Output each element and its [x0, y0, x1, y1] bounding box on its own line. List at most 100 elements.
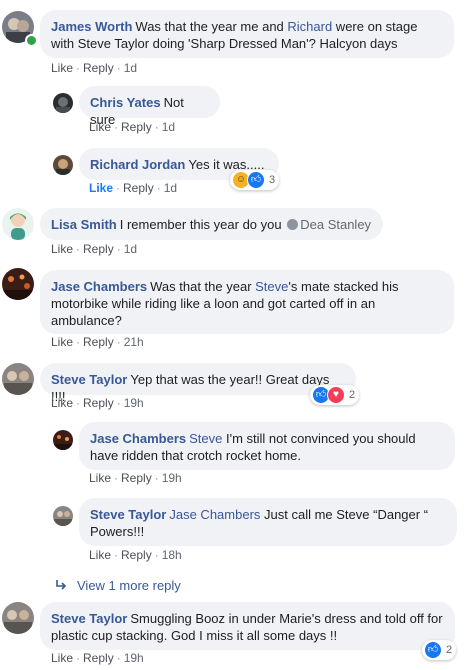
- separator: ·: [114, 548, 119, 562]
- reply-button[interactable]: Reply: [121, 471, 152, 485]
- mention-link[interactable]: Jase Chambers: [169, 507, 260, 522]
- separator: ·: [154, 120, 159, 134]
- avatar[interactable]: [53, 430, 73, 450]
- avatar[interactable]: [53, 506, 73, 526]
- comment-time[interactable]: 1d: [124, 61, 137, 75]
- reaction-summary[interactable]: ☺ 👍︎ 3: [230, 170, 280, 190]
- reaction-summary[interactable]: 👍︎ ♥ 2: [310, 385, 360, 405]
- love-icon: ♥: [327, 386, 345, 404]
- comment-author[interactable]: Steve Taylor: [90, 507, 166, 522]
- separator: ·: [76, 651, 81, 665]
- comment-time[interactable]: 1d: [124, 242, 137, 256]
- comment-author[interactable]: Lisa Smith: [51, 217, 117, 232]
- reply-button[interactable]: Reply: [83, 242, 114, 256]
- view-more-replies-link[interactable]: View 1 more reply: [55, 578, 181, 593]
- reaction-count: 2: [446, 644, 453, 656]
- separator: ·: [114, 471, 119, 485]
- comment-author[interactable]: Jase Chambers: [90, 431, 186, 446]
- comment-time[interactable]: 21h: [124, 335, 144, 349]
- comment-author[interactable]: James Worth: [51, 19, 132, 34]
- reply-button[interactable]: Reply: [83, 396, 114, 410]
- comment-time[interactable]: 19h: [124, 396, 144, 410]
- reaction-summary[interactable]: 👍︎ 2: [422, 640, 457, 660]
- like-button[interactable]: Like: [51, 335, 73, 349]
- reply-button[interactable]: Reply: [83, 651, 114, 665]
- comment-time[interactable]: 1d: [164, 181, 177, 195]
- like-icon: 👍︎: [247, 171, 265, 189]
- avatar[interactable]: [2, 268, 34, 300]
- comment-bubble: Steve Taylor Jase Chambers Just call me S…: [79, 498, 457, 546]
- reaction-count: 2: [349, 389, 356, 401]
- comment-bubble: James Worth Was that the year me and Rich…: [40, 10, 454, 58]
- comment-time[interactable]: 1d: [162, 120, 175, 134]
- separator: ·: [116, 335, 121, 349]
- reply-button[interactable]: Reply: [123, 181, 154, 195]
- comment-time[interactable]: 19h: [162, 471, 182, 485]
- comment-text: I remember this year do you: [119, 217, 282, 232]
- comment-author[interactable]: Steve Taylor: [51, 372, 127, 387]
- separator: ·: [154, 548, 159, 562]
- like-button[interactable]: Like: [51, 396, 73, 410]
- comment-bubble: Jase Chambers Was that the year Steve's m…: [40, 270, 454, 334]
- mention-link[interactable]: Steve: [255, 279, 288, 294]
- separator: ·: [116, 61, 121, 75]
- like-button[interactable]: Like: [89, 471, 111, 485]
- comment-author[interactable]: Richard Jordan: [90, 157, 185, 172]
- comment-bubble: Steve Taylor Smuggling Booz in under Mari…: [40, 602, 455, 650]
- view-more-label: View 1 more reply: [77, 578, 181, 593]
- comment-actions: Like · Reply · 21h: [51, 335, 144, 349]
- like-button[interactable]: Like: [51, 61, 73, 75]
- tag-icon: [287, 219, 299, 230]
- separator: ·: [116, 651, 121, 665]
- comment-actions: Like · Reply · 18h: [89, 548, 182, 562]
- comment-actions: Like · Reply · 1d: [51, 61, 137, 75]
- avatar[interactable]: [2, 363, 34, 395]
- comment-bubble: Chris Yates Not sure: [79, 86, 220, 127]
- mention-link[interactable]: Steve: [189, 431, 222, 446]
- separator: ·: [76, 61, 81, 75]
- like-button[interactable]: Like: [89, 120, 111, 134]
- comment-text: Was that the year: [150, 279, 256, 294]
- reply-button[interactable]: Reply: [121, 548, 152, 562]
- like-icon: 👍︎: [424, 641, 442, 659]
- separator: ·: [154, 471, 159, 485]
- like-button[interactable]: Like: [89, 548, 111, 562]
- comment-actions: Like · Reply · 19h: [51, 651, 144, 665]
- comment-actions: Like · Reply · 1d: [51, 242, 137, 256]
- comment-time[interactable]: 19h: [124, 651, 144, 665]
- comment-author[interactable]: Chris Yates: [90, 95, 161, 110]
- mention-link[interactable]: Dea Stanley: [300, 217, 371, 232]
- separator: ·: [156, 181, 161, 195]
- separator: ·: [114, 120, 119, 134]
- reply-arrow-icon: [55, 578, 67, 593]
- comment-actions: Like · Reply · 1d: [89, 181, 177, 195]
- mention-link[interactable]: Richard: [287, 19, 332, 34]
- comment-bubble: Jase Chambers Steve I'm still not convinc…: [79, 422, 455, 470]
- reaction-count: 3: [269, 174, 276, 186]
- comment-actions: Like · Reply · 1d: [89, 120, 175, 134]
- separator: ·: [76, 396, 81, 410]
- like-button[interactable]: Like: [51, 242, 73, 256]
- comment-time[interactable]: 18h: [162, 548, 182, 562]
- reply-button[interactable]: Reply: [121, 120, 152, 134]
- separator: ·: [116, 181, 121, 195]
- comment-actions: Like · Reply · 19h: [51, 396, 144, 410]
- separator: ·: [76, 335, 81, 349]
- like-button[interactable]: Like: [89, 181, 113, 195]
- comment-author[interactable]: Steve Taylor: [51, 611, 127, 626]
- avatar[interactable]: [2, 602, 34, 634]
- comment-bubble: Lisa Smith I remember this year do you De…: [40, 208, 383, 240]
- avatar[interactable]: [53, 93, 73, 113]
- avatar[interactable]: [2, 208, 34, 240]
- comment-actions: Like · Reply · 19h: [89, 471, 182, 485]
- reply-button[interactable]: Reply: [83, 335, 114, 349]
- comment-bubble: Steve Taylor Yep that was the year!! Grea…: [40, 363, 356, 404]
- separator: ·: [76, 242, 81, 256]
- separator: ·: [116, 396, 121, 410]
- online-status-dot: [25, 34, 38, 47]
- avatar[interactable]: [53, 155, 73, 175]
- reply-button[interactable]: Reply: [83, 61, 114, 75]
- separator: ·: [116, 242, 121, 256]
- comment-author[interactable]: Jase Chambers: [51, 279, 147, 294]
- like-button[interactable]: Like: [51, 651, 73, 665]
